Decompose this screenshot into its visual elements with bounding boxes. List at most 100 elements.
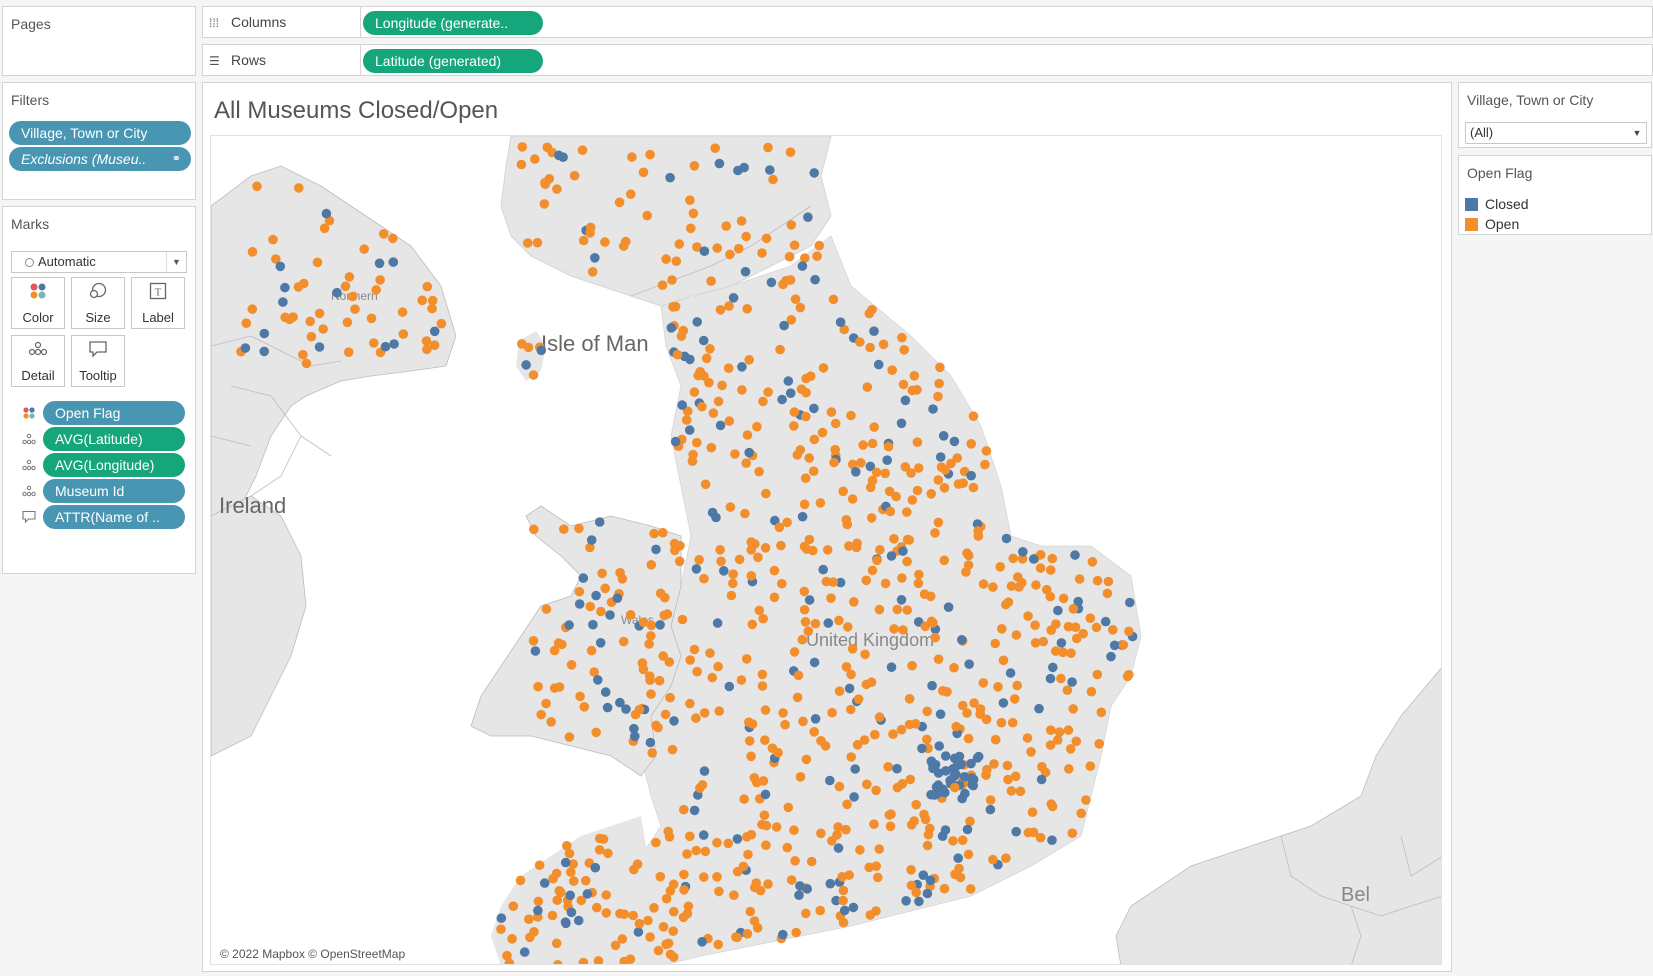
museum-mark-closed[interactable] <box>1034 703 1044 714</box>
columns-shelf[interactable]: ⁞⁞⁞ Columns Longitude (generate.. <box>202 6 1653 38</box>
museum-mark-closed[interactable] <box>588 619 598 630</box>
museum-mark-open[interactable] <box>997 624 1007 634</box>
museum-mark-closed[interactable] <box>766 277 777 288</box>
museum-mark-closed[interactable] <box>850 764 860 774</box>
museum-mark-open[interactable] <box>817 427 828 438</box>
map-attribution[interactable]: © 2022 Mapbox © OpenStreetMap <box>217 947 409 961</box>
museum-mark-open[interactable] <box>911 887 921 898</box>
museum-mark-open[interactable] <box>736 216 747 226</box>
museum-mark-open[interactable] <box>1087 557 1098 567</box>
museum-mark-open[interactable] <box>747 719 758 729</box>
museum-mark-closed[interactable] <box>380 341 391 352</box>
museum-mark-open[interactable] <box>594 845 605 855</box>
museum-mark-closed[interactable] <box>685 354 695 365</box>
museum-mark-open[interactable] <box>350 304 360 314</box>
museum-mark-open[interactable] <box>799 586 810 597</box>
museum-mark-closed[interactable] <box>953 853 963 863</box>
museum-mark-open[interactable] <box>1085 761 1096 771</box>
museum-mark-open[interactable] <box>871 906 881 916</box>
museum-mark-closed[interactable] <box>898 546 908 556</box>
museum-mark-open[interactable] <box>926 489 936 499</box>
museum-mark-open[interactable] <box>922 840 933 851</box>
size-button[interactable]: Size <box>71 277 125 329</box>
museum-mark-open[interactable] <box>955 872 966 883</box>
museum-mark-open[interactable] <box>626 189 636 199</box>
mark-type-dropdown[interactable]: Automatic ▼ <box>11 251 187 273</box>
museum-mark-open[interactable] <box>723 838 733 849</box>
museum-mark-open[interactable] <box>672 349 683 360</box>
museum-mark-open[interactable] <box>830 444 840 455</box>
mark-field-attr-name[interactable]: ATTR(Name of .. <box>21 505 195 529</box>
museum-mark-open[interactable] <box>1022 733 1033 743</box>
museum-mark-open[interactable] <box>968 482 979 493</box>
museum-mark-open[interactable] <box>1010 771 1021 782</box>
museum-mark-open[interactable] <box>897 779 908 789</box>
museum-mark-open[interactable] <box>688 449 698 460</box>
museum-mark-open[interactable] <box>988 854 998 865</box>
map-canvas[interactable]: Isle of Man Ireland Northern Wales Unite… <box>211 136 1442 965</box>
museum-mark-open[interactable] <box>973 526 983 536</box>
museum-mark-open[interactable] <box>867 565 878 576</box>
museum-mark-open[interactable] <box>969 698 979 708</box>
museum-mark-open[interactable] <box>1027 807 1038 817</box>
museum-mark-open[interactable] <box>837 872 847 882</box>
museum-mark-open[interactable] <box>679 804 689 815</box>
museum-mark-closed[interactable] <box>697 937 707 947</box>
museum-mark-open[interactable] <box>638 664 649 675</box>
museum-mark-open[interactable] <box>768 174 778 185</box>
museum-mark-open[interactable] <box>1054 727 1065 737</box>
museum-mark-closed[interactable] <box>586 535 597 545</box>
museum-mark-open[interactable] <box>646 560 657 570</box>
museum-mark-open[interactable] <box>1023 611 1033 621</box>
museum-mark-open[interactable] <box>792 450 803 460</box>
museum-mark-open[interactable] <box>701 353 712 364</box>
museum-mark-open[interactable] <box>655 871 666 882</box>
museum-mark-open[interactable] <box>874 712 885 722</box>
museum-mark-open[interactable] <box>547 910 558 921</box>
museum-mark-open[interactable] <box>651 837 661 848</box>
museum-mark-open[interactable] <box>800 473 811 484</box>
museum-mark-closed[interactable] <box>998 698 1009 708</box>
legend-item-closed[interactable]: Closed <box>1465 195 1529 213</box>
latitude-pill[interactable]: Latitude (generated) <box>363 49 543 73</box>
museum-mark-open[interactable] <box>675 540 685 551</box>
museum-mark-open[interactable] <box>706 276 716 286</box>
museum-mark-open[interactable] <box>422 344 432 355</box>
museum-mark-open[interactable] <box>312 257 323 268</box>
museum-mark-open[interactable] <box>883 441 894 452</box>
museum-mark-open[interactable] <box>524 914 534 924</box>
museum-mark-open[interactable] <box>789 421 799 431</box>
museum-mark-open[interactable] <box>742 929 753 939</box>
museum-mark-open[interactable] <box>359 244 369 254</box>
museum-mark-closed[interactable] <box>892 763 902 774</box>
museum-mark-open[interactable] <box>378 229 389 239</box>
museum-mark-open[interactable] <box>502 950 512 961</box>
museum-mark-closed[interactable] <box>968 774 979 785</box>
museum-mark-open[interactable] <box>841 662 852 672</box>
museum-mark-open[interactable] <box>742 430 753 440</box>
museum-mark-closed[interactable] <box>914 896 924 907</box>
museum-mark-open[interactable] <box>1092 575 1103 586</box>
museum-mark-open[interactable] <box>869 422 879 432</box>
museum-mark-open[interactable] <box>615 567 625 578</box>
museum-mark-open[interactable] <box>880 468 890 479</box>
museum-mark-closed[interactable] <box>677 400 687 410</box>
museum-mark-closed[interactable] <box>1053 605 1063 616</box>
museum-mark-open[interactable] <box>752 923 763 933</box>
museum-mark-open[interactable] <box>745 906 756 917</box>
museum-mark-open[interactable] <box>319 223 330 234</box>
museum-mark-open[interactable] <box>546 717 556 727</box>
museum-mark-open[interactable] <box>1068 604 1079 614</box>
museum-mark-open[interactable] <box>1047 801 1058 812</box>
museum-mark-open[interactable] <box>1031 580 1041 590</box>
museum-mark-open[interactable] <box>847 644 858 654</box>
museum-mark-open[interactable] <box>710 143 720 153</box>
museum-mark-closed[interactable] <box>590 862 601 873</box>
museum-mark-closed[interactable] <box>1056 638 1067 648</box>
museum-mark-open[interactable] <box>744 355 754 365</box>
museum-mark-open[interactable] <box>763 387 773 397</box>
museum-mark-open[interactable] <box>685 831 695 842</box>
museum-mark-open[interactable] <box>834 686 845 696</box>
museum-mark-open[interactable] <box>1076 808 1086 819</box>
museum-mark-open[interactable] <box>799 499 810 510</box>
